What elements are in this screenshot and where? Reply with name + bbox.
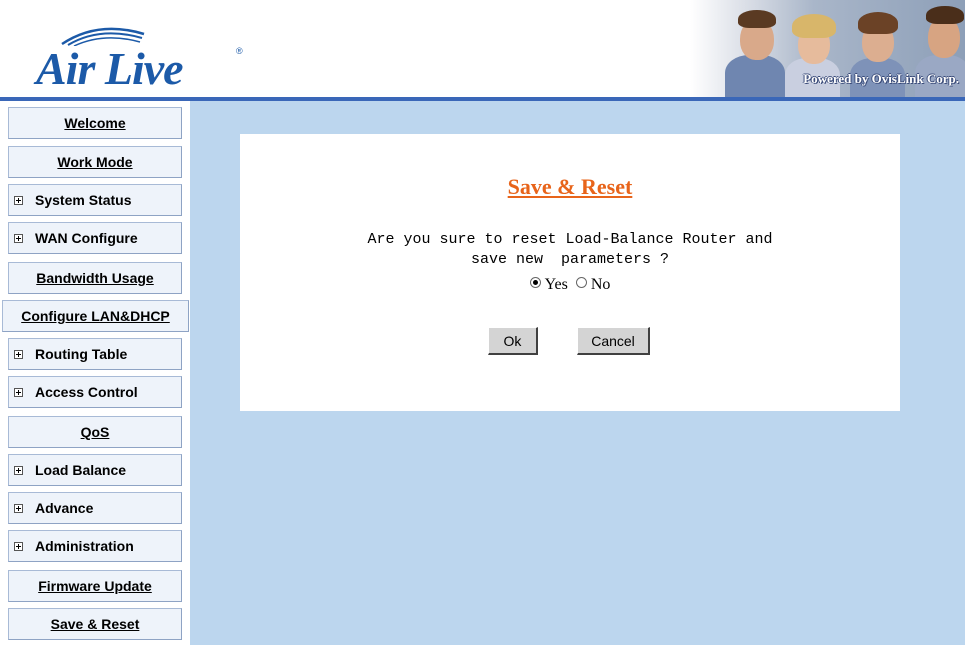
sidebar-item-routing-table[interactable]: Routing Table (8, 338, 182, 370)
sidebar-item-bandwidth-usage[interactable]: Bandwidth Usage (8, 262, 182, 294)
expand-plus-icon[interactable] (14, 195, 23, 205)
confirm-question-line2: save new parameters ? (470, 251, 670, 268)
sidebar-item-label: Administration (35, 538, 134, 554)
sidebar-item-system-status[interactable]: System Status (8, 184, 182, 216)
expand-plus-icon[interactable] (14, 387, 23, 397)
sidebar-item-wan-configure[interactable]: WAN Configure (8, 222, 182, 254)
sidebar-item-label: Routing Table (35, 346, 128, 362)
sidebar-item-firmware-update[interactable]: Firmware Update (8, 570, 182, 602)
yes-radio-label: Yes (544, 276, 568, 293)
logo-text: Air Live (36, 43, 184, 94)
expand-plus-icon[interactable] (14, 541, 23, 551)
yes-no-radio-group: Yes No (240, 276, 900, 294)
sidebar-item-label: Configure LAN&DHCP (21, 308, 170, 324)
sidebar-item-label: System Status (35, 192, 132, 208)
airlive-logo: Air Live ® (28, 24, 268, 94)
sidebar-nav: Welcome Work Mode System Status WAN Conf… (0, 101, 190, 645)
confirm-question-line1: Are you sure to reset Load-Balance Route… (367, 231, 773, 248)
sidebar-item-access-control[interactable]: Access Control (8, 376, 182, 408)
ok-button-label: Ok (503, 332, 522, 349)
sidebar-item-save-reset[interactable]: Save & Reset (8, 608, 182, 640)
sidebar-item-label: Advance (35, 500, 94, 516)
sidebar-item-work-mode[interactable]: Work Mode (8, 146, 182, 178)
sidebar-item-administration[interactable]: Administration (8, 530, 182, 562)
save-reset-panel: Save & Reset Are you sure to reset Load-… (240, 134, 900, 411)
sidebar-item-label: Access Control (35, 384, 138, 400)
logo-registered-mark: ® (236, 46, 243, 56)
banner-photo: Powered by OvisLink Corp. (690, 0, 965, 97)
sidebar-item-label: Work Mode (57, 154, 133, 170)
sidebar-item-label: Bandwidth Usage (36, 270, 154, 286)
ok-button[interactable]: Ok (488, 327, 538, 355)
powered-by-text: Powered by OvisLink Corp. (803, 71, 959, 86)
cancel-button-label: Cancel (591, 332, 635, 349)
sidebar-item-configure-lan-dhcp[interactable]: Configure LAN&DHCP (2, 300, 189, 332)
sidebar-item-qos[interactable]: QoS (8, 416, 182, 448)
cancel-button[interactable]: Cancel (577, 327, 650, 355)
sidebar-item-label: QoS (80, 424, 110, 440)
no-radio-label: No (590, 276, 611, 293)
no-radio[interactable] (575, 277, 587, 288)
yes-radio[interactable] (529, 277, 541, 288)
sidebar-item-label: Load Balance (35, 462, 127, 478)
sidebar-item-label: Firmware Update (38, 578, 152, 594)
sidebar-item-welcome[interactable]: Welcome (8, 107, 182, 139)
expand-plus-icon[interactable] (14, 233, 23, 243)
sidebar-item-load-balance[interactable]: Load Balance (8, 454, 182, 486)
sidebar-item-label: Save & Reset (50, 616, 140, 632)
header: Air Live ® Powered by OvisLink Corp. (0, 0, 965, 97)
expand-plus-icon[interactable] (14, 465, 23, 475)
sidebar-item-label: Welcome (64, 115, 126, 131)
page-title: Save & Reset (507, 174, 633, 199)
main-content: Save & Reset Are you sure to reset Load-… (190, 101, 965, 645)
sidebar-item-advance[interactable]: Advance (8, 492, 182, 524)
sidebar-item-label: WAN Configure (35, 230, 138, 246)
expand-plus-icon[interactable] (14, 349, 23, 359)
expand-plus-icon[interactable] (14, 503, 23, 513)
confirm-question: Are you sure to reset Load-Balance Route… (240, 230, 900, 270)
